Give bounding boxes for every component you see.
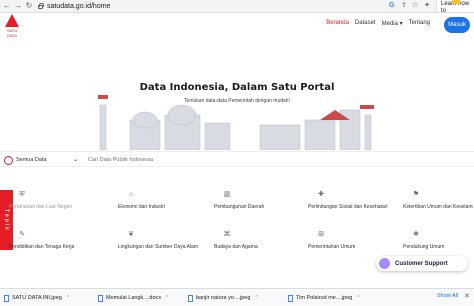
share-icon[interactable]: ⇪ [400, 2, 408, 10]
leaf-icon: ❦ [128, 231, 134, 238]
category-icon [4, 155, 13, 165]
topic-label: Pendukung Umum [403, 244, 445, 250]
education-icon: ✎ [19, 231, 25, 238]
nav-beranda[interactable]: Beranda [326, 20, 349, 27]
forward-icon[interactable]: → [13, 1, 23, 11]
google-icon[interactable]: G [389, 2, 394, 9]
browser-toolbar: ← → ↻ satudata.go.id/home G ⇪ ☆ ✦ Learn … [0, 0, 474, 14]
download-filename: SATU DATA INI.jpeg [12, 295, 62, 301]
back-icon[interactable]: ← [2, 1, 12, 11]
nav-tentang[interactable]: Tentang [409, 20, 430, 27]
search-bar: Semua Data ⌄ [0, 151, 474, 167]
topic-label: Perlindungan Sosial dan Kesehatan [308, 204, 388, 210]
nav-media[interactable]: Media ▾ [382, 20, 403, 27]
shield-icon: ⛨ [19, 191, 25, 198]
file-icon [98, 294, 103, 302]
topic-label: Pemerintahan Umum [308, 244, 356, 250]
login-button[interactable]: Masuk [444, 17, 470, 33]
topic-item-pembangunan[interactable]: ▥ Pembangunan Daerah [214, 191, 304, 219]
star-icon[interactable]: ☆ [411, 2, 419, 10]
hero-title: Data Indonesia, Dalam Satu Portal [139, 82, 335, 93]
topic-label: Ketertiban Umum dan Keselamatan [403, 204, 473, 210]
category-label: Semua Data [16, 157, 47, 163]
address-bar[interactable]: satudata.go.id/home [38, 1, 110, 11]
popup-icon [452, 0, 460, 4]
skyline-illustration [98, 95, 374, 150]
government-icon: ⊞ [318, 231, 324, 238]
topic-label: Budaya dan Agama [214, 244, 258, 250]
learn-popup[interactable]: Learn how to [436, 0, 474, 14]
support-icon: ❖ [412, 231, 420, 238]
topic-item-lingkungan[interactable]: ❦ Lingkungan dan Sumber Daya Alam [118, 231, 208, 259]
file-icon [4, 294, 9, 302]
customer-support-button[interactable]: Customer Support [376, 256, 468, 271]
chevron-up-icon[interactable]: ⌃ [254, 295, 258, 301]
download-item[interactable]: banjir natura yo....jpeg ⌃ [188, 293, 259, 303]
chevron-up-icon[interactable]: ⌃ [66, 295, 70, 301]
download-filename: Memulai Langk....docx [106, 295, 162, 301]
logo-mark [5, 14, 19, 27]
nav-dataset[interactable]: Dataset [355, 20, 376, 27]
site-header: SATU DATA Beranda Dataset Media ▾ Tentan… [0, 13, 474, 38]
download-item[interactable]: Memulai Langk....docx ⌃ [98, 293, 169, 303]
topic-item-pertahanan[interactable]: ⛨ Pertahanan dan Luar Negeri [9, 191, 99, 219]
show-all-button[interactable]: Show All [437, 293, 458, 299]
file-icon [288, 294, 293, 302]
download-filename: banjir natura yo....jpeg [196, 295, 251, 301]
close-icon[interactable]: ✕ [464, 292, 470, 300]
search-input[interactable] [88, 154, 458, 166]
download-filename: Tim Polairud me....jpeg [296, 295, 353, 301]
topic-item-pendidikan[interactable]: ✎ Pendidikan dan Tenaga Kerja [9, 231, 99, 259]
health-icon: ✚ [318, 191, 324, 198]
hero-subtitle: Temukan data-data Pemerintah dengan muda… [184, 98, 290, 104]
file-icon [188, 294, 193, 302]
building-icon: ▥ [223, 191, 231, 198]
police-icon: ⚑ [412, 191, 420, 198]
category-dropdown[interactable]: Semua Data [0, 152, 80, 168]
topic-label: Ekonomi dan Industri [118, 204, 165, 210]
chevron-up-icon[interactable]: ⌃ [165, 295, 169, 301]
chevron-down-icon[interactable]: ⌄ [73, 156, 78, 163]
topic-item-perlindungan[interactable]: ✚ Perlindungan Sosial dan Kesehatan [308, 191, 398, 219]
main-nav: Beranda Dataset Media ▾ Tentang [326, 20, 430, 27]
topic-item-pemerintahan[interactable]: ⊞ Pemerintahan Umum [308, 231, 398, 259]
support-avatar-icon [379, 258, 390, 269]
reload-icon[interactable]: ↻ [24, 1, 34, 11]
topic-item-budaya[interactable]: ⌘ Budaya dan Agama [214, 231, 304, 259]
downloads-bar: SATU DATA INI.jpeg ⌃ Memulai Langk....do… [0, 288, 474, 306]
topic-item-ekonomi[interactable]: ⌂ Ekonomi dan Industri [118, 191, 208, 219]
factory-icon: ⌂ [128, 191, 134, 198]
topic-item-pendukung[interactable]: ❖ Pendukung Umum [403, 231, 473, 259]
topic-label: Pertahanan dan Luar Negeri [9, 204, 73, 210]
lock-icon [38, 3, 44, 9]
chevron-up-icon[interactable]: ⌃ [356, 295, 360, 301]
topic-label: Pendidikan dan Tenaga Kerja [9, 244, 75, 250]
download-item[interactable]: Tim Polairud me....jpeg ⌃ [288, 293, 361, 303]
topic-label: Lingkungan dan Sumber Daya Alam [118, 244, 199, 250]
site-logo[interactable]: SATU DATA [3, 14, 25, 38]
hero-section: Data Indonesia, Dalam Satu Portal Temuka… [0, 37, 474, 150]
culture-icon: ⌘ [223, 231, 231, 238]
topic-label: Pembangunan Daerah [214, 204, 265, 210]
extension-icon[interactable]: ✦ [423, 2, 431, 10]
url-text: satudata.go.id/home [47, 2, 111, 10]
customer-support-label: Customer Support [395, 260, 448, 267]
download-item[interactable]: SATU DATA INI.jpeg ⌃ [4, 293, 70, 303]
topic-item-ketertiban[interactable]: ⚑ Ketertiban Umum dan Keselamatan [403, 191, 473, 219]
